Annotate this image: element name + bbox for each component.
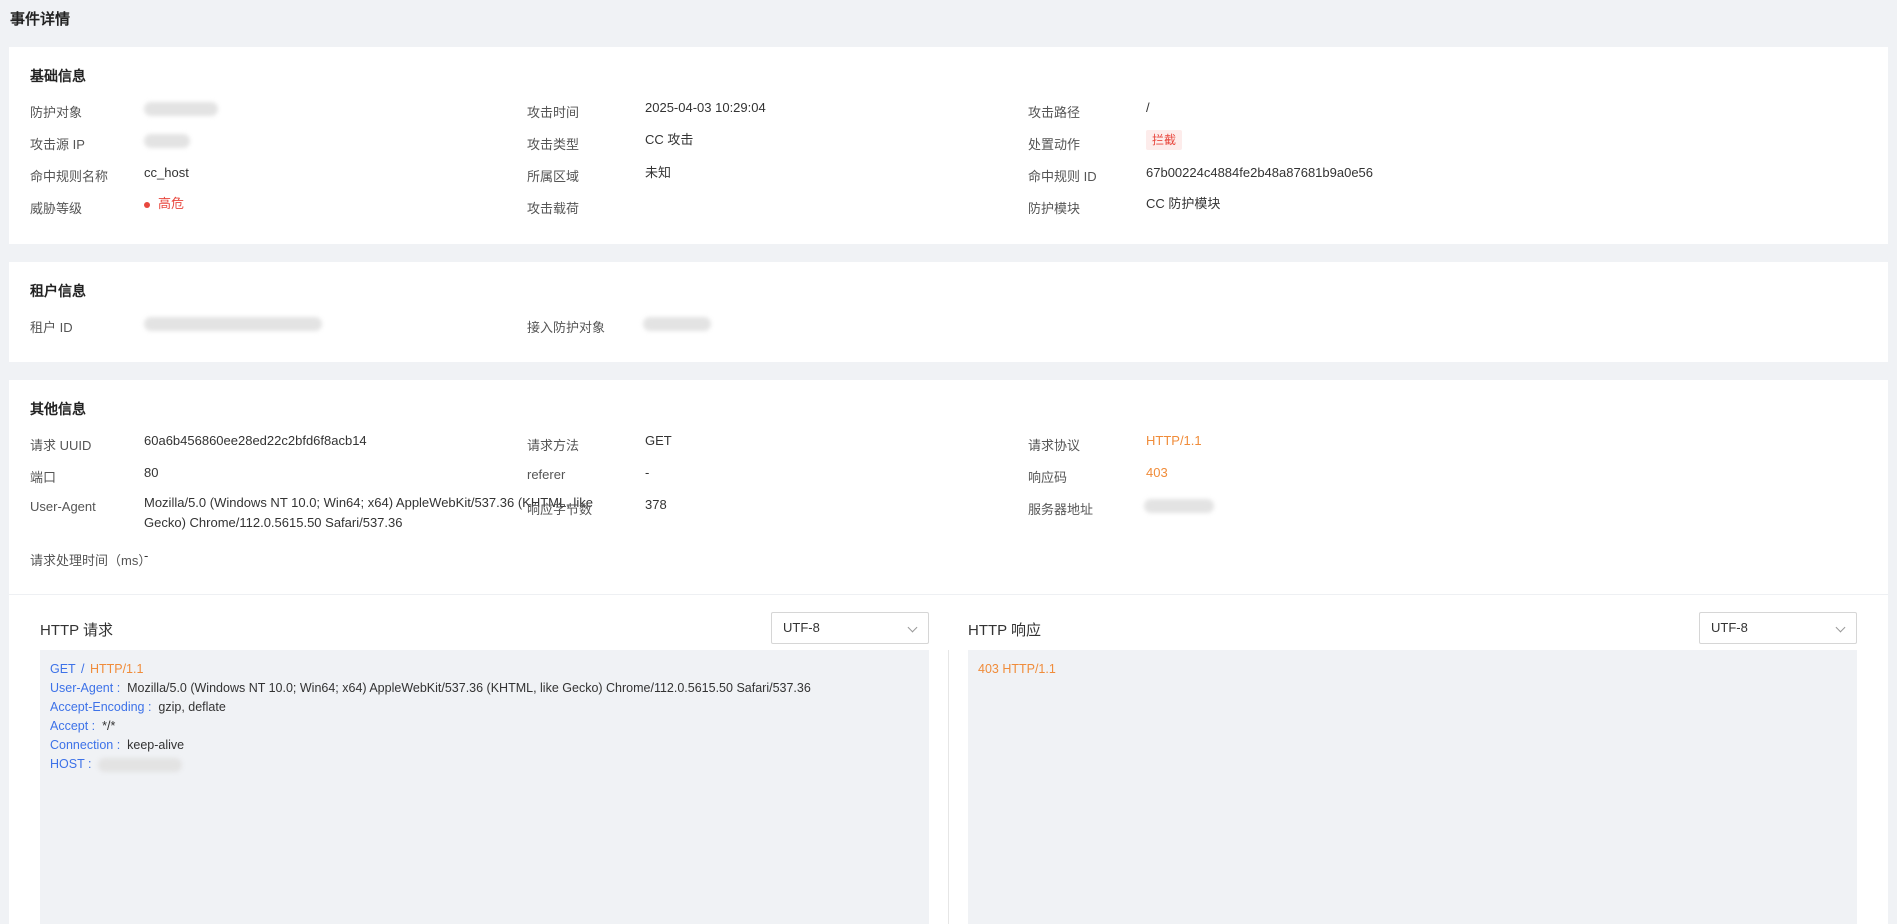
uuid-label: 请求 UUID (30, 438, 92, 453)
attack-time-value: 2025-04-03 10:29:04 (645, 100, 766, 115)
http-response-box: 403 HTTP/1.1 (968, 650, 1857, 924)
payload-label: 攻击载荷 (527, 201, 580, 216)
request-line: GET / HTTP/1.1 (50, 662, 144, 676)
attack-type-value: CC 攻击 (645, 132, 694, 147)
tenant-id-label: 租户 ID (30, 320, 73, 335)
referer-value: - (645, 465, 650, 480)
resp-bytes-label: 响应字节数 (527, 502, 593, 517)
method-label: 请求方法 (527, 438, 580, 453)
referer-label: referer (527, 467, 566, 482)
threat-level-label: 威胁等级 (30, 201, 83, 216)
module-value: CC 防护模块 (1146, 196, 1221, 211)
access-target-label: 接入防护对象 (527, 320, 606, 335)
source-ip-label: 攻击源 IP (30, 137, 85, 152)
status-value: 403 (1146, 465, 1168, 480)
header-line: Connection : keep-alive (50, 738, 185, 752)
protocol-label: 请求协议 (1028, 438, 1081, 453)
resp-bytes-value: 378 (645, 497, 667, 512)
response-encoding-select[interactable]: UTF-8 (1699, 612, 1857, 644)
method-value: GET (645, 433, 672, 448)
server-addr-value (1144, 493, 1214, 517)
host-line: HOST : (50, 755, 919, 774)
response-status-line: 403 HTTP/1.1 (978, 662, 1056, 676)
ua-value: Mozilla/5.0 (Windows NT 10.0; Win64; x64… (144, 495, 593, 530)
port-label: 端口 (30, 470, 57, 485)
action-tag: 拦截 (1146, 130, 1183, 150)
header-line: User-Agent : Mozilla/5.0 (Windows NT 10.… (50, 681, 811, 695)
page-title: 事件详情 (10, 11, 71, 28)
header-line: Accept-Encoding : gzip, deflate (50, 700, 226, 714)
other-info-card: 其他信息 请求 UUID 60a6b456860ee28ed22c2bfd6f8… (9, 380, 1888, 924)
basic-info-title: 基础信息 (30, 68, 86, 84)
rule-name-value: cc_host (144, 165, 189, 180)
attack-path-label: 攻击路径 (1028, 105, 1081, 120)
panel-divider (948, 650, 949, 924)
module-label: 防护模块 (1028, 201, 1081, 216)
chevron-down-icon (1835, 622, 1846, 633)
protect-target-label: 防护对象 (30, 105, 83, 120)
action-label: 处置动作 (1028, 137, 1081, 152)
protocol-value: HTTP/1.1 (1146, 433, 1202, 448)
server-addr-label: 服务器地址 (1028, 502, 1094, 517)
tenant-info-card: 租户信息 租户 ID 接入防护对象 (9, 262, 1888, 362)
section-divider (9, 594, 1888, 595)
attack-path-value: / (1146, 100, 1150, 115)
proc-time-label: 请求处理时间（ms） (30, 553, 152, 568)
tenant-id-value (144, 311, 322, 335)
http-response-title: HTTP 响应 (968, 622, 1042, 639)
attack-time-label: 攻击时间 (527, 105, 580, 120)
rule-id-label: 命中规则 ID (1028, 169, 1097, 184)
http-request-title: HTTP 请求 (40, 622, 114, 639)
rule-name-label: 命中规则名称 (30, 169, 109, 184)
access-target-value (643, 311, 711, 335)
ua-label: User-Agent (30, 499, 96, 514)
header-line: Accept : */* (50, 719, 116, 733)
uuid-value: 60a6b456860ee28ed22c2bfd6f8acb14 (144, 433, 367, 448)
source-ip-value (144, 128, 190, 152)
request-encoding-select[interactable]: UTF-8 (771, 612, 929, 644)
status-label: 响应码 (1028, 470, 1068, 485)
basic-info-card: 基础信息 防护对象 攻击时间 2025-04-03 10:29:04 攻击路径 … (9, 47, 1888, 244)
port-value: 80 (144, 465, 159, 480)
http-request-box: GET / HTTP/1.1 User-Agent : Mozilla/5.0 … (40, 650, 929, 924)
protect-target-value (144, 96, 218, 120)
other-info-title: 其他信息 (30, 401, 86, 417)
region-value: 未知 (645, 165, 672, 180)
threat-dot-icon (144, 201, 150, 208)
region-label: 所属区域 (527, 169, 580, 184)
rule-id-value: 67b00224c4884fe2b48a87681b9a0e56 (1146, 165, 1374, 180)
threat-level-value: 高危 (144, 192, 184, 216)
attack-type-label: 攻击类型 (527, 137, 580, 152)
chevron-down-icon (907, 622, 918, 633)
action-value: 拦截 (1146, 128, 1183, 152)
proc-time-value: - (144, 548, 149, 563)
tenant-info-title: 租户信息 (30, 283, 86, 299)
